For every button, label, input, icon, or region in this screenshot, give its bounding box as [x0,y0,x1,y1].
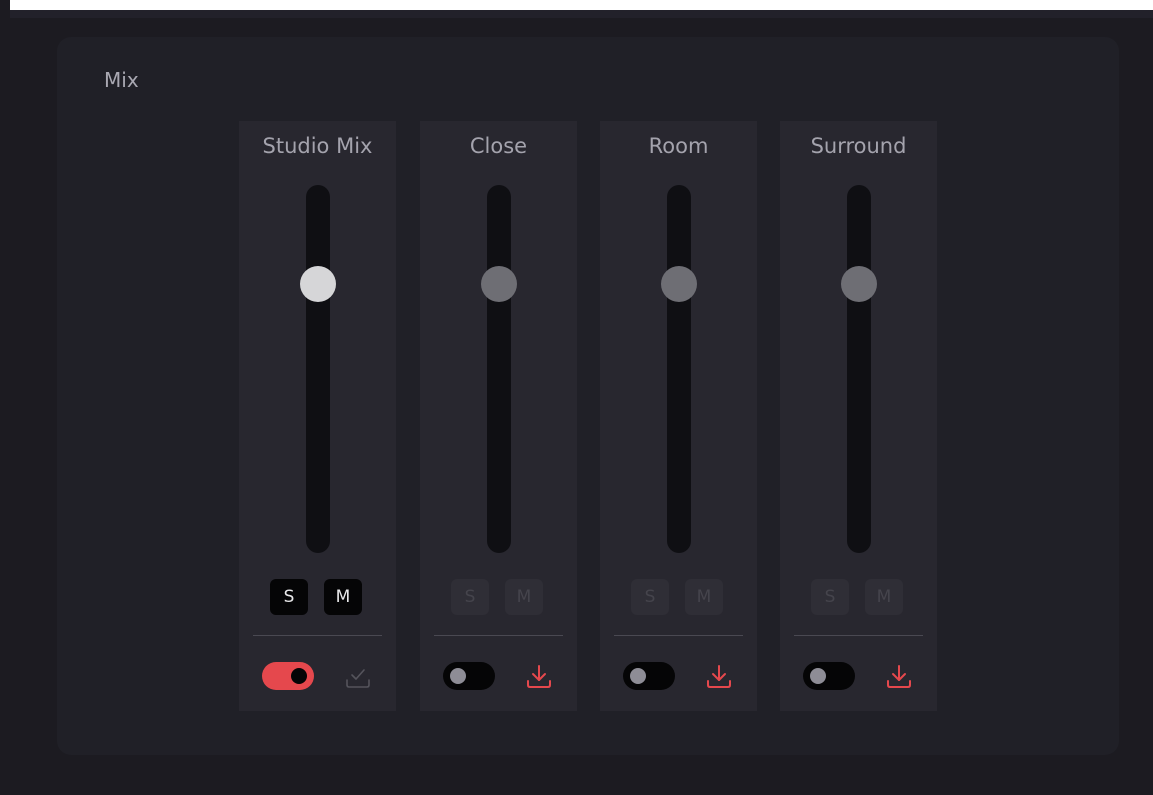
channel-title: Surround [810,134,907,158]
download-icon[interactable] [524,662,554,692]
download-icon[interactable] [704,662,734,692]
channel-toggle[interactable] [262,662,314,690]
mute-button[interactable]: M [324,579,362,615]
fader-thumb[interactable] [661,266,697,303]
channel-toggle[interactable] [803,662,855,690]
channel-title: Studio Mix [262,134,373,158]
solo-button[interactable]: S [811,579,849,615]
mute-button[interactable]: M [685,579,723,615]
solo-button[interactable]: S [451,579,489,615]
channel-title: Room [648,134,709,158]
check-icon[interactable] [343,662,373,692]
divider [253,635,382,636]
fader-track[interactable] [667,185,691,553]
mix-panel [57,37,1119,755]
fader-track[interactable] [487,185,511,553]
channel-strip-surround: Surround S M [780,121,937,711]
solo-button[interactable]: S [631,579,669,615]
channel-toggle[interactable] [623,662,675,690]
mute-button[interactable]: M [865,579,903,615]
download-icon[interactable] [884,662,914,692]
app-frame: Mix Studio Mix S M Close S M Room S M Su… [0,0,1153,795]
divider [434,635,563,636]
toggle-knob [291,668,307,684]
fader-track[interactable] [847,185,871,553]
solo-button[interactable]: S [270,579,308,615]
toggle-knob [630,668,646,684]
divider [614,635,743,636]
fader-thumb[interactable] [300,266,336,303]
channel-strip-close: Close S M [420,121,577,711]
channel-title: Close [469,134,528,158]
divider [794,635,923,636]
toggle-knob [450,668,466,684]
top-toolbar-strip [10,10,1153,18]
fader-thumb[interactable] [481,266,517,303]
window-top-edge [10,0,1153,10]
fader-track[interactable] [306,185,330,553]
channel-strip-studio-mix: Studio Mix S M [239,121,396,711]
channel-toggle[interactable] [443,662,495,690]
mute-button[interactable]: M [505,579,543,615]
toggle-knob [810,668,826,684]
channel-strip-room: Room S M [600,121,757,711]
panel-title: Mix [104,68,139,92]
fader-thumb[interactable] [841,266,877,303]
